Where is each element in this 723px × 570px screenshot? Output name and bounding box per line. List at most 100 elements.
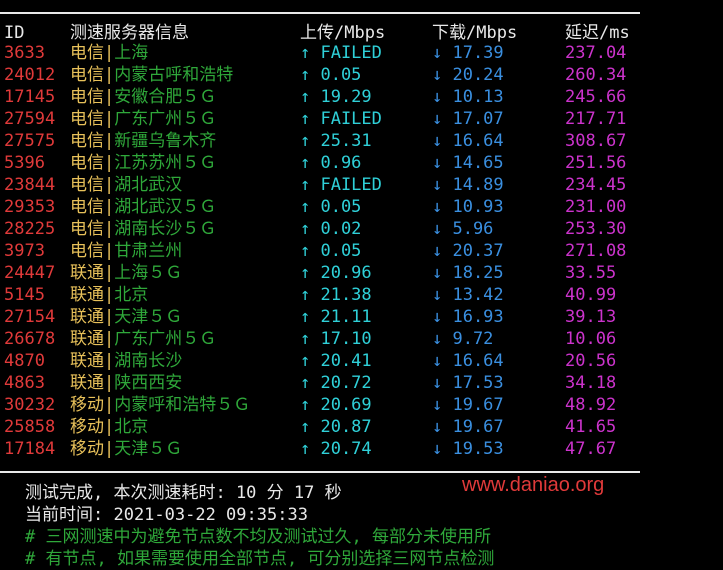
upload-speed: ↑ 20.69 [300,395,372,415]
table-row: 27154 联通|天津５Ｇ ↑ 21.11 ↓ 16.93 39.13 [4,306,704,328]
latency: 217.71 [565,109,627,129]
latency: 308.67 [565,131,627,151]
header-server-info: 测速服务器信息 [70,23,189,43]
table-row: 3633 电信|上海 ↑ FAILED ↓ 17.39 237.04 [4,42,704,64]
latency: 33.55 [565,263,617,283]
server-info: 电信|湖北武汉５Ｇ [70,196,216,218]
upload-speed: ↑ 21.38 [300,285,372,305]
server-id: 3633 [4,43,45,63]
server-location: 甘肃兰州 [114,241,183,261]
server-location: 广东广州５Ｇ [114,109,217,129]
server-id: 28225 [4,219,56,239]
table-row: 17145 电信|安徽合肥５Ｇ ↑ 19.29 ↓ 10.13 245.66 [4,86,704,108]
isp-name: 联通 [70,263,104,283]
download-speed: ↓ 19.67 [432,395,504,415]
isp-name: 电信 [70,65,104,85]
server-info: 电信|内蒙古呼和浩特 [70,64,233,86]
separator: | [104,285,115,305]
server-info: 电信|湖南长沙５Ｇ [70,218,216,240]
latency: 245.66 [565,87,627,107]
table-row: 30232 移动|内蒙呼和浩特５Ｇ ↑ 20.69 ↓ 19.67 48.92 [4,394,704,416]
latency: 20.56 [565,351,617,371]
download-speed: ↓ 9.72 [432,329,494,349]
server-id: 17145 [4,87,56,107]
server-info: 移动|天津５Ｇ [70,438,182,460]
upload-speed: ↑ FAILED [300,109,382,129]
server-info: 联通|湖南长沙 [70,350,182,372]
latency: 10.06 [565,329,617,349]
isp-name: 电信 [70,153,104,173]
latency: 34.18 [565,373,617,393]
top-divider [0,12,640,14]
separator: | [104,439,115,459]
isp-name: 联通 [70,351,104,371]
isp-name: 联通 [70,285,104,305]
server-id: 27575 [4,131,56,151]
server-location: 上海 [114,43,149,63]
isp-name: 电信 [70,109,104,129]
separator: | [104,219,115,239]
isp-name: 电信 [70,87,104,107]
download-speed: ↓ 10.93 [432,197,504,217]
latency: 48.92 [565,395,617,415]
table-row: 25858 移动|北京 ↑ 20.87 ↓ 19.67 41.65 [4,416,704,438]
server-location: 上海５Ｇ [114,263,183,283]
server-id: 27594 [4,109,56,129]
server-id: 5396 [4,153,45,173]
separator: | [104,197,115,217]
separator: | [104,307,115,327]
latency: 260.34 [565,65,627,85]
server-info: 电信|安徽合肥５Ｇ [70,86,216,108]
server-id: 5145 [4,285,45,305]
download-speed: ↓ 17.07 [432,109,504,129]
latency: 251.56 [565,153,627,173]
server-location: 安徽合肥５Ｇ [114,87,217,107]
separator: | [104,131,115,151]
separator: | [104,109,115,129]
upload-speed: ↑ 0.05 [300,241,362,261]
isp-name: 电信 [70,197,104,217]
isp-name: 移动 [70,439,104,459]
server-info: 联通|北京 [70,284,148,306]
isp-name: 电信 [70,219,104,239]
isp-name: 联通 [70,329,104,349]
separator: | [104,43,115,63]
download-speed: ↓ 16.64 [432,351,504,371]
table-row: 17184 移动|天津５Ｇ ↑ 20.74 ↓ 19.53 47.67 [4,438,704,460]
separator: | [104,329,115,349]
latency: 253.30 [565,219,627,239]
separator: | [104,65,115,85]
server-location: 湖南长沙５Ｇ [114,219,217,239]
download-speed: ↓ 14.89 [432,175,504,195]
latency: 47.67 [565,439,617,459]
server-info: 移动|内蒙呼和浩特５Ｇ [70,394,250,416]
download-speed: ↓ 14.65 [432,153,504,173]
isp-name: 电信 [70,43,104,63]
upload-speed: ↑ 20.74 [300,439,372,459]
upload-speed: ↑ 0.05 [300,197,362,217]
download-speed: ↓ 19.53 [432,439,504,459]
footer: 测试完成, 本次测速耗时: 10 分 17 秒 当前时间: 2021-03-22… [25,482,715,570]
latency: 234.45 [565,175,627,195]
separator: | [104,417,115,437]
table-row: 26678 联通|广东广州５Ｇ ↑ 17.10 ↓ 9.72 10.06 [4,328,704,350]
server-id: 30232 [4,395,56,415]
latency: 39.13 [565,307,617,327]
download-speed: ↓ 17.39 [432,43,504,63]
separator: | [104,373,115,393]
download-speed: ↓ 19.67 [432,417,504,437]
table-header: ID 测速服务器信息 上传/Mbps 下载/Mbps 延迟/ms [4,22,704,44]
server-id: 24012 [4,65,56,85]
server-info: 电信|江苏苏州５Ｇ [70,152,216,174]
header-upload: 上传/Mbps [300,23,386,43]
server-location: 北京 [114,417,149,437]
server-location: 天津５Ｇ [114,439,183,459]
server-id: 27154 [4,307,56,327]
server-location: 天津５Ｇ [114,307,183,327]
server-info: 电信|广东广州５Ｇ [70,108,216,130]
download-speed: ↓ 16.64 [432,131,504,151]
separator: | [104,87,115,107]
server-info: 联通|天津５Ｇ [70,306,182,328]
table-row: 5145 联通|北京 ↑ 21.38 ↓ 13.42 40.99 [4,284,704,306]
isp-name: 电信 [70,241,104,261]
